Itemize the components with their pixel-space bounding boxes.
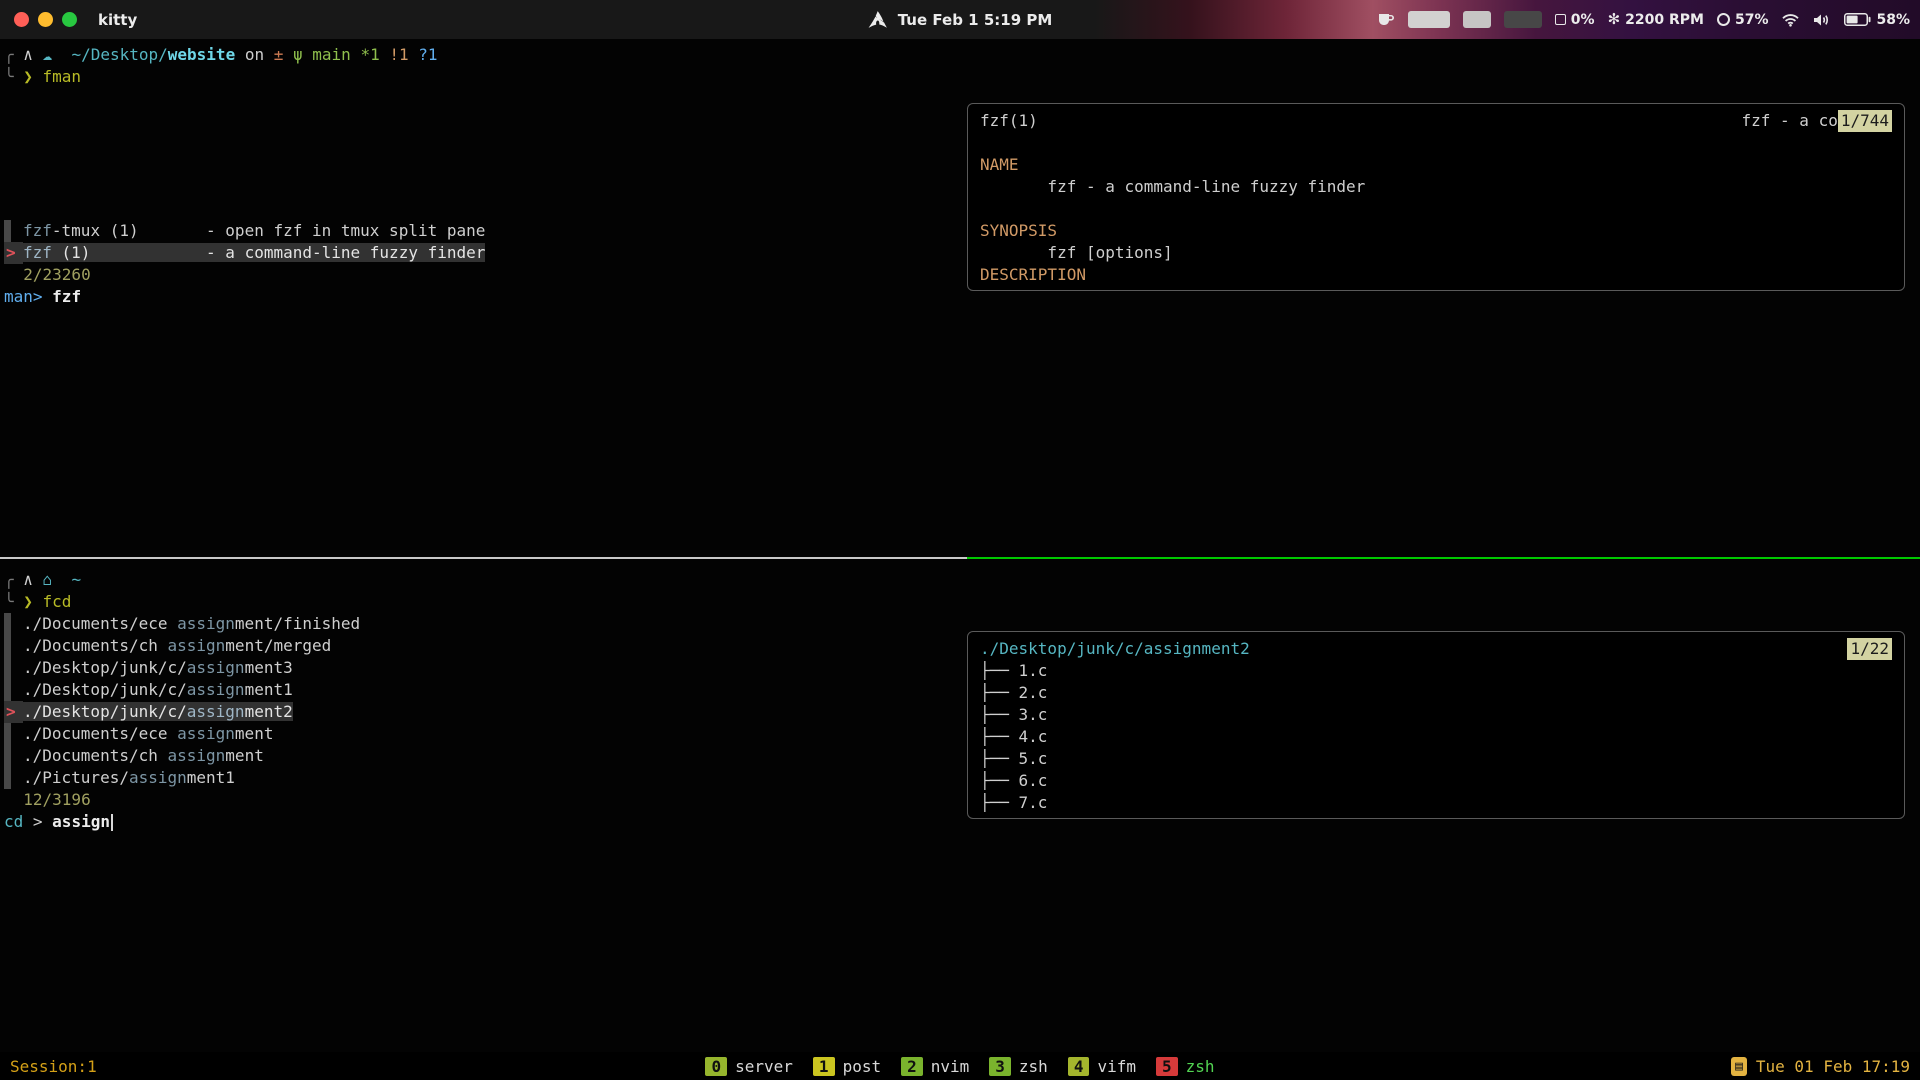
preview-header: fzf(1) fzf - a co1/744 (980, 110, 1892, 132)
color-swatch-dark[interactable] (1504, 11, 1542, 28)
battery-icon (1844, 13, 1871, 26)
fzf-gutter (4, 613, 11, 635)
tree-line: ├── 3.c (980, 704, 1892, 726)
menu-bar: kitty Tue Feb 1 5:19 PM 0% ✻ 2200 RPM (0, 0, 1920, 39)
caffeine-icon[interactable] (1378, 12, 1395, 27)
fzf-preview-window: fzf(1) fzf - a co1/744 NAME fzf - a comm… (967, 103, 1905, 291)
window-controls: kitty (0, 11, 137, 29)
battery-value: 58% (1876, 12, 1910, 28)
status-clock: Tue 01 Feb 17:19 (1756, 1057, 1910, 1076)
manpage-line (980, 198, 1892, 220)
fzf-gutter (4, 657, 11, 679)
tree-line: ├── 1.c (980, 660, 1892, 682)
tmux-window-1[interactable]: 1post (813, 1057, 881, 1076)
cpu-usage-value: 57% (1735, 12, 1769, 28)
manpage-line: SYNOPSIS (980, 220, 1892, 242)
preview-title: fzf(1) (980, 110, 1038, 132)
cpu-gauge-icon (1717, 13, 1730, 26)
tree-line: ├── 7.c (980, 792, 1892, 814)
fzf-gutter (4, 635, 11, 657)
preview-header: ./Desktop/junk/c/assignment2 1/22 (980, 638, 1892, 660)
menubar-center-widget: Tue Feb 1 5:19 PM (868, 11, 1053, 29)
tree-line: ├── 4.c (980, 726, 1892, 748)
menubar-clock[interactable]: Tue Feb 1 5:19 PM (898, 11, 1053, 29)
tmux-window-5-active[interactable]: 5zsh (1156, 1057, 1215, 1076)
preview-title: ./Desktop/junk/c/assignment2 (980, 638, 1250, 660)
battery-stat[interactable]: 58% (1844, 12, 1910, 28)
color-swatch-medium[interactable] (1463, 11, 1491, 28)
minimize-button[interactable] (38, 12, 53, 27)
zoom-button[interactable] (62, 12, 77, 27)
terminal-window: ╭ ∧ ☁ ~/Desktop/website on ± ψ main *1 !… (0, 39, 1920, 1080)
tmux-status-bar: Session:1 0server 1post 2nvim 3zsh 4vifm… (0, 1052, 1920, 1080)
preview-position-badge: 1/22 (1847, 638, 1892, 660)
text-cursor (111, 814, 113, 831)
arch-logo-icon (868, 11, 888, 28)
manpage-line: fzf [options] (980, 242, 1892, 264)
fzf-pointer-icon: > (4, 242, 23, 264)
manpage-line (980, 132, 1892, 154)
session-name: Session:1 (0, 1057, 705, 1076)
fzf-gutter (4, 220, 11, 242)
fzf-gutter (4, 723, 11, 745)
wifi-icon[interactable] (1781, 13, 1800, 27)
cpu-usage-stat[interactable]: 57% (1717, 12, 1769, 28)
shell-command-line: ╰ ❯ fcd (4, 591, 1920, 613)
tree-line: ├── 2.c (980, 682, 1892, 704)
status-clock-area: ▤ Tue 01 Feb 17:19 (1215, 1057, 1920, 1076)
fan-speed-stat[interactable]: ✻ 2200 RPM (1608, 12, 1704, 28)
close-button[interactable] (14, 12, 29, 27)
fzf-pointer-icon: > (4, 701, 23, 723)
window-list: 0server 1post 2nvim 3zsh 4vifm 5zsh (705, 1057, 1214, 1076)
fan-speed-value: 2200 RPM (1625, 12, 1704, 28)
fzf-gutter (4, 745, 11, 767)
desktop: kitty Tue Feb 1 5:19 PM 0% ✻ 2200 RPM (0, 0, 1920, 1080)
preview-position-badge: 1/744 (1838, 110, 1892, 132)
fzf-preview-window: ./Desktop/junk/c/assignment2 1/22 ├── 1.… (967, 631, 1905, 819)
fzf-gutter (4, 679, 11, 701)
menubar-status-icons: 0% ✻ 2200 RPM 57% 58% (1378, 11, 1920, 28)
tmux-window-2[interactable]: 2nvim (901, 1057, 969, 1076)
manpage-line: fzf - a command-line fuzzy finder (980, 176, 1892, 198)
tree-line: ├── 5.c (980, 748, 1892, 770)
volume-icon[interactable] (1813, 13, 1831, 27)
tmux-window-4[interactable]: 4vifm (1068, 1057, 1136, 1076)
tmux-window-0[interactable]: 0server (705, 1057, 792, 1076)
fan-icon: ✻ (1608, 12, 1621, 27)
tmux-pane-bottom[interactable]: ╭ ∧ ⌂ ~ ╰ ❯ fcd ./Documents/ece assignme… (0, 559, 1920, 1052)
shell-prompt-line: ╭ ∧ ☁ ~/Desktop/website on ± ψ main *1 !… (4, 44, 1920, 66)
disk-icon (1555, 14, 1566, 25)
fzf-gutter (4, 767, 11, 789)
disk-usage-stat[interactable]: 0% (1555, 12, 1595, 28)
shell-prompt-line: ╭ ∧ ⌂ ~ (4, 569, 1920, 591)
manpage-line: NAME (980, 154, 1892, 176)
calendar-icon: ▤ (1731, 1057, 1747, 1076)
manpage-line: DESCRIPTION (980, 264, 1892, 286)
app-title: kitty (98, 11, 137, 29)
tree-line: ├── 6.c (980, 770, 1892, 792)
disk-usage-value: 0% (1571, 12, 1595, 28)
tmux-window-3[interactable]: 3zsh (989, 1057, 1048, 1076)
preview-header-right-text: fzf - a co (1742, 110, 1838, 132)
color-swatch-light[interactable] (1408, 11, 1450, 28)
shell-command-line: ╰ ❯ fman (4, 66, 1920, 88)
tmux-pane-top[interactable]: ╭ ∧ ☁ ~/Desktop/website on ± ψ main *1 !… (0, 39, 1920, 557)
